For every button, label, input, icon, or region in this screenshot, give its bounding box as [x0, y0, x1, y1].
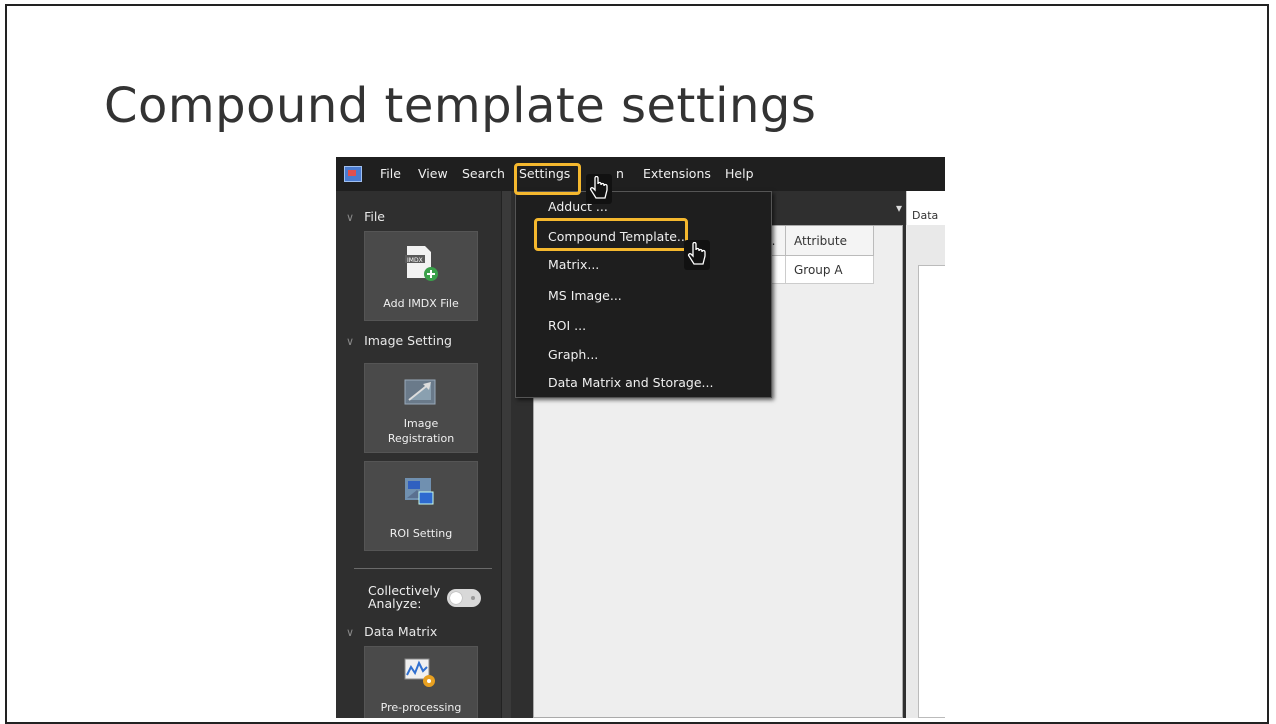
sidebar: ∨ File IMDX Add IMDX File ∨ Image Setting [336, 191, 501, 718]
section-data-matrix[interactable]: ∨ Data Matrix [346, 624, 437, 639]
chevron-down-icon: ∨ [346, 626, 355, 639]
menu-item-roi[interactable]: ROI ... [548, 318, 586, 333]
roi-setting-icon [405, 478, 434, 505]
slide-title: Compound template settings [104, 78, 817, 134]
settings-highlight-box [514, 163, 581, 195]
menu-item-ms-image[interactable]: MS Image... [548, 288, 622, 303]
preprocessing-button[interactable]: Pre-processing [364, 646, 478, 718]
collectively-analyze-label: Collectively Analyze: [368, 583, 441, 611]
chevron-down-icon: ∨ [346, 335, 355, 348]
section-file[interactable]: ∨ File [346, 209, 385, 224]
add-imdx-label: Add IMDX File [383, 297, 459, 310]
panel-menu-icon[interactable]: ▾ [896, 201, 902, 215]
image-registration-label-1: Image [403, 417, 439, 430]
menu-item-matrix[interactable]: Matrix... [548, 257, 599, 272]
menu-help[interactable]: Help [725, 166, 754, 181]
menu-item-data-matrix-storage[interactable]: Data Matrix and Storage... [548, 375, 713, 390]
image-registration-button[interactable]: Image Registration [364, 363, 478, 453]
compound-template-highlight-box [534, 218, 688, 251]
menu-extensions[interactable]: Extensions [643, 166, 711, 181]
right-panel-content [918, 265, 945, 718]
hand-cursor-icon [684, 240, 710, 270]
menu-partial-item[interactable]: n [616, 166, 624, 181]
menu-file[interactable]: File [380, 166, 401, 181]
add-file-icon: IMDX [405, 246, 438, 281]
preprocessing-icon [404, 658, 435, 687]
hand-cursor-icon [586, 174, 612, 204]
image-registration-label-2: Registration [387, 432, 455, 445]
add-imdx-file-button[interactable]: IMDX Add IMDX File [364, 231, 478, 321]
roi-setting-button[interactable]: ROI Setting [364, 461, 478, 551]
menu-bar: File View Search Settings n Extensions H… [336, 157, 945, 191]
app-logo-icon [344, 166, 362, 182]
chevron-down-icon: ∨ [346, 211, 355, 224]
roi-setting-label: ROI Setting [389, 527, 453, 540]
section-image-setting[interactable]: ∨ Image Setting [346, 333, 452, 348]
menu-item-graph[interactable]: Graph... [548, 347, 598, 362]
menu-search[interactable]: Search [462, 166, 505, 181]
right-panel: Data [906, 191, 945, 718]
table-cell-attribute[interactable]: Group A [786, 256, 874, 284]
collectively-analyze-toggle[interactable] [447, 589, 481, 607]
svg-text:IMDX: IMDX [407, 257, 423, 264]
preprocessing-label: Pre-processing [380, 701, 462, 714]
sidebar-separator [354, 568, 492, 569]
menu-view[interactable]: View [418, 166, 448, 181]
image-registration-icon [404, 379, 436, 405]
tab-data[interactable]: Data [906, 191, 945, 225]
table-header-attribute[interactable]: Attribute [786, 226, 874, 256]
